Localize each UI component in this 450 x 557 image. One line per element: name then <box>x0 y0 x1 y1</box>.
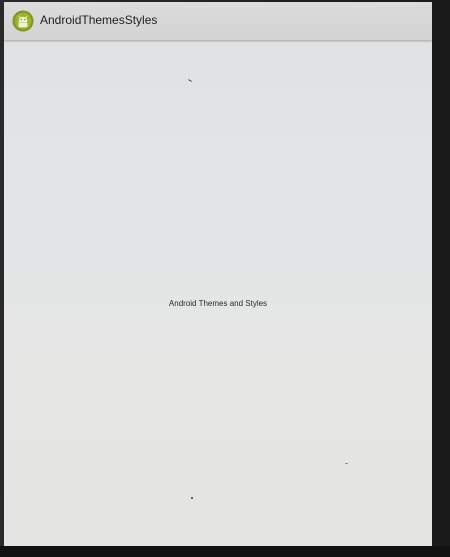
screen-speck <box>188 79 192 82</box>
main-content: Android Themes and Styles <box>4 40 432 546</box>
app-title: AndroidThemesStyles <box>40 13 158 27</box>
screen-speck <box>345 463 348 464</box>
system-nav-bar <box>0 546 450 557</box>
device-frame: AndroidThemesStyles Android Themes and S… <box>0 0 450 557</box>
screen-speck <box>191 497 193 499</box>
center-text: Android Themes and Styles <box>168 299 268 308</box>
action-bar: AndroidThemesStyles <box>4 2 432 40</box>
android-app-icon[interactable] <box>12 10 34 32</box>
app-screen: AndroidThemesStyles Android Themes and S… <box>4 2 432 546</box>
